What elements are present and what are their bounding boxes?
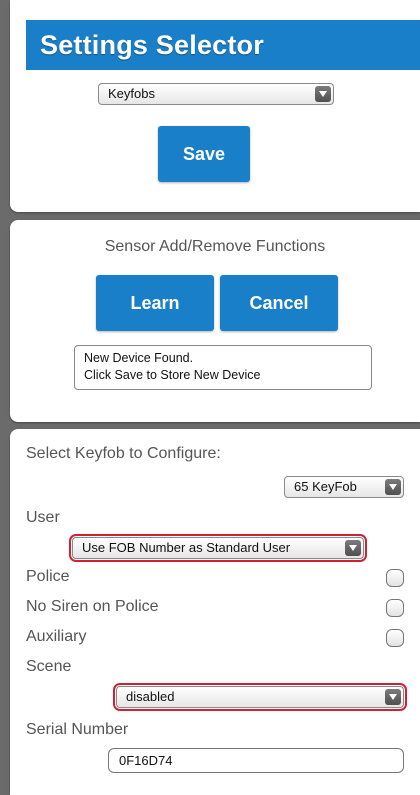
police-label: Police [26, 568, 70, 585]
no-siren-label: No Siren on Police [26, 598, 159, 615]
sensor-functions-heading: Sensor Add/Remove Functions [104, 238, 326, 255]
select-keyfob-label: Select Keyfob to Configure: [26, 445, 221, 462]
status-line-2: Click Save to Store New Device [84, 368, 261, 382]
user-select[interactable]: Use FOB Number as Standard User [69, 534, 367, 562]
save-button[interactable]: Save [158, 126, 250, 182]
status-message-box: New Device Found. Click Save to Store Ne… [74, 345, 372, 390]
keyfob-select-value: 65 KeyFob [294, 479, 357, 494]
settings-selector-panel: Settings Selector Keyfobs Save [10, 0, 420, 212]
user-label: User [26, 509, 60, 526]
keyfob-select[interactable]: 65 KeyFob [284, 476, 404, 498]
chevron-down-icon [385, 479, 401, 495]
status-line-1: New Device Found. [84, 351, 194, 365]
police-checkbox[interactable] [386, 569, 404, 587]
no-siren-checkbox[interactable] [386, 599, 404, 617]
chevron-down-icon [385, 689, 401, 705]
chevron-down-icon [345, 540, 361, 556]
sensor-functions-panel: Sensor Add/Remove Functions Learn Cancel… [10, 220, 420, 422]
cancel-button[interactable]: Cancel [220, 275, 338, 331]
page-title: Settings Selector [26, 20, 420, 70]
learn-button[interactable]: Learn [96, 275, 214, 331]
chevron-down-icon [315, 86, 331, 102]
keyfob-config-panel: Select Keyfob to Configure: 65 KeyFob Us… [10, 429, 420, 795]
serial-number-label: Serial Number [26, 721, 129, 738]
auxiliary-checkbox[interactable] [386, 629, 404, 647]
serial-number-field[interactable]: 0F16D74 [108, 748, 404, 773]
user-select-value: Use FOB Number as Standard User [82, 540, 291, 555]
scene-select-value: disabled [126, 689, 175, 704]
device-type-select[interactable]: Keyfobs [98, 83, 334, 105]
scene-select[interactable]: disabled [113, 683, 407, 711]
auxiliary-label: Auxiliary [26, 628, 87, 645]
device-type-select-value: Keyfobs [108, 86, 155, 101]
scene-label: Scene [26, 658, 72, 675]
